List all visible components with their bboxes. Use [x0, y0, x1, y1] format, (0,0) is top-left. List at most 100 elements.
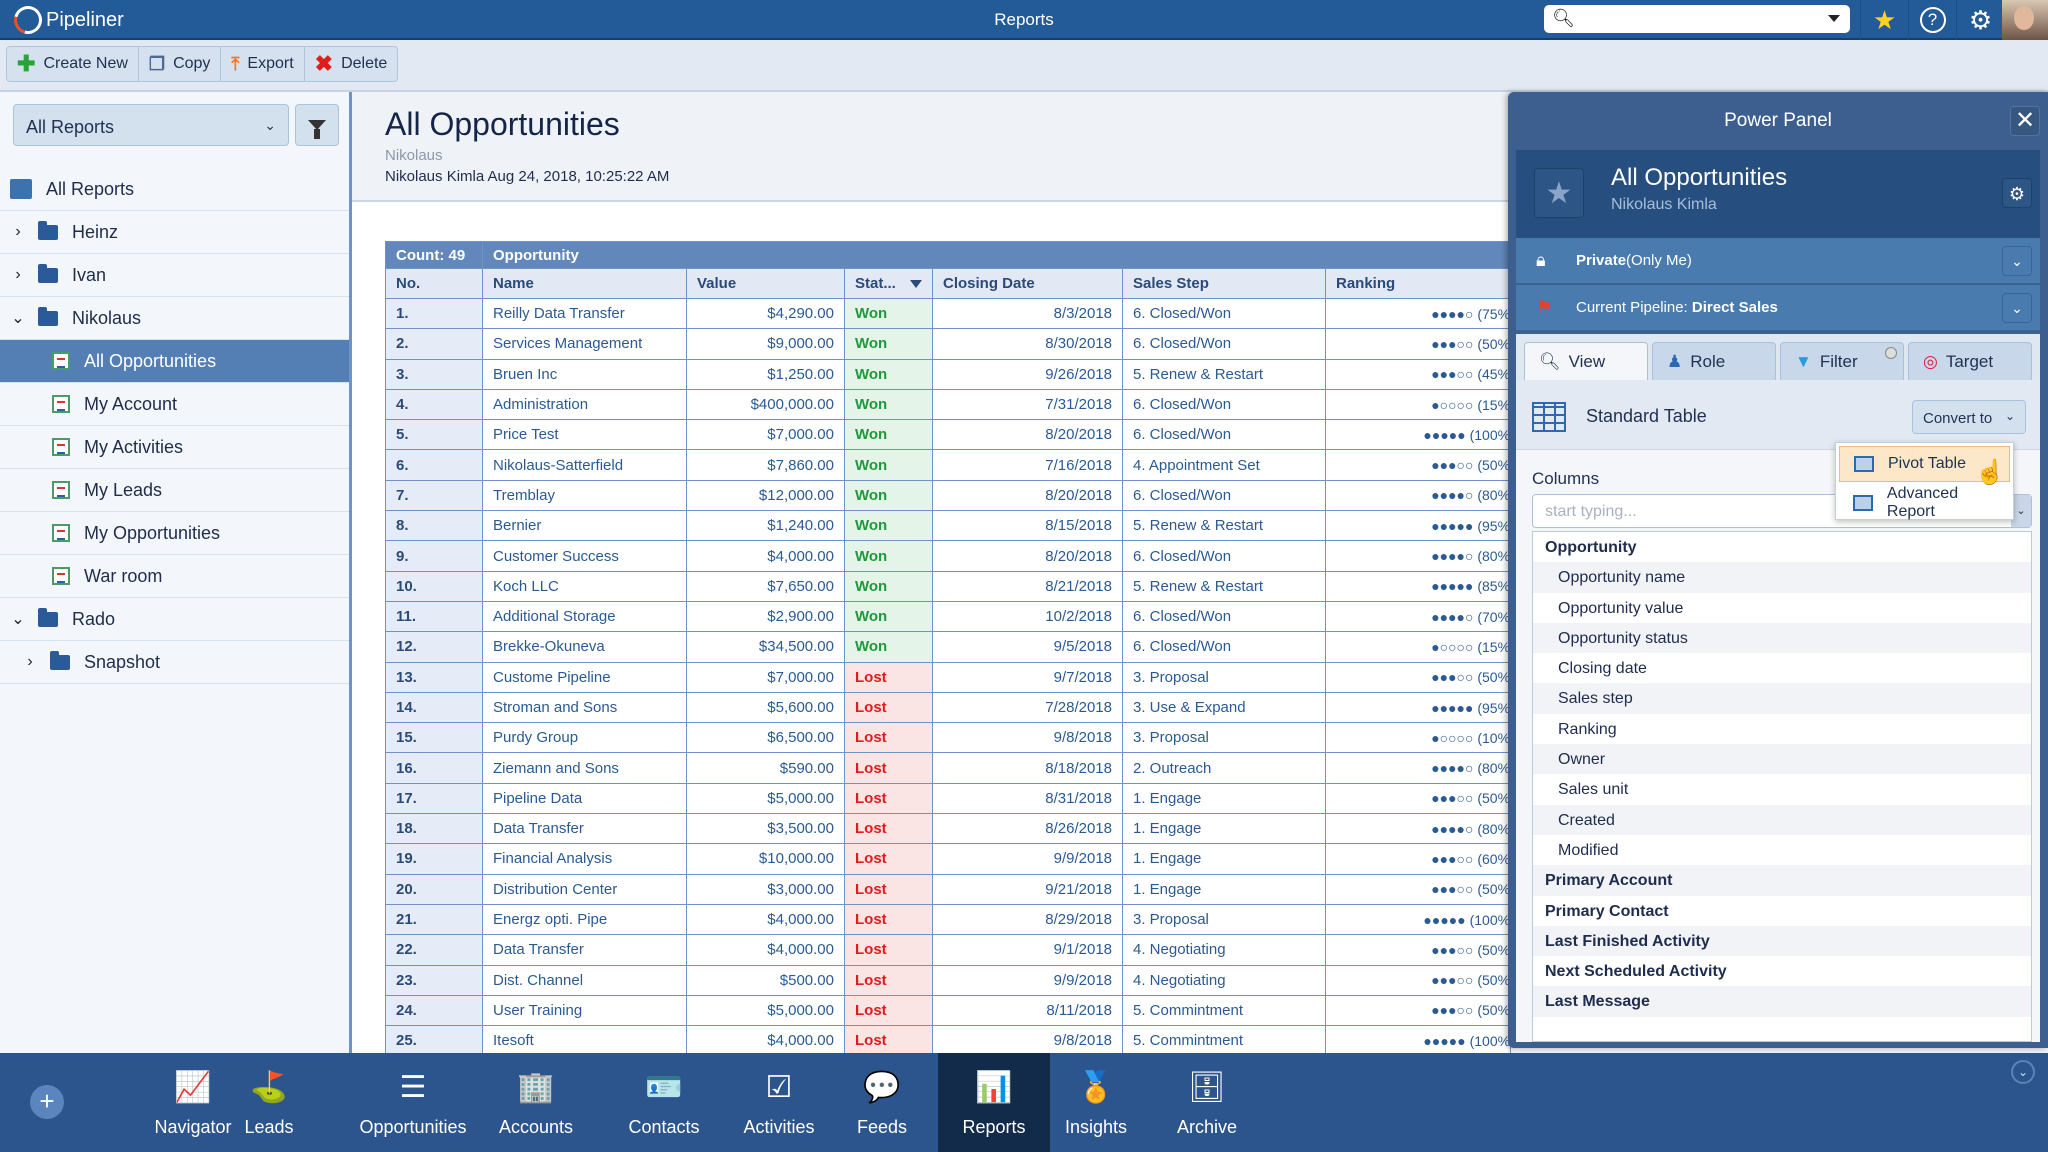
tab-view[interactable]: 🔍︎ View: [1524, 342, 1648, 380]
tree-item-all-opportunities[interactable]: All Opportunities: [0, 340, 349, 383]
nav-accounts[interactable]: 🏢 Accounts: [490, 1053, 582, 1152]
column-option[interactable]: Opportunity name: [1533, 562, 2031, 593]
column-group[interactable]: Primary Account: [1533, 865, 2031, 896]
table-row[interactable]: 14. Stroman and Sons $5,600.00 Lost 7/28/201…: [385, 691, 1512, 724]
create-new-button[interactable]: ✚ Create New: [7, 47, 139, 81]
table-row[interactable]: 19. Financial Analysis $10,000.00 Lost 9/9/2…: [385, 843, 1512, 875]
sort-desc-icon[interactable]: [909, 280, 922, 289]
column-group[interactable]: Last Message: [1533, 986, 2031, 1017]
column-group[interactable]: Opportunity: [1533, 532, 2031, 563]
chevron-right-icon[interactable]: ›: [10, 223, 26, 241]
table-row[interactable]: 25. Itesoft $4,000.00 Lost 9/8/2018 5. Commin…: [385, 1025, 1512, 1057]
table-row[interactable]: 11. Additional Storage $2,900.00 Won 10/2/20…: [385, 600, 1512, 633]
tree-item-rado[interactable]: ⌄ Rado: [0, 598, 349, 641]
column-option[interactable]: Modified: [1533, 834, 2031, 866]
table-row[interactable]: 23. Dist. Channel $500.00 Lost 9/9/2018 4. Ne…: [385, 964, 1512, 996]
chevron-down-icon[interactable]: ⌄: [10, 308, 26, 328]
delete-button[interactable]: ✖ Delete: [305, 47, 398, 81]
tab-role[interactable]: ♟ Role: [1652, 342, 1776, 380]
chevron-down-icon[interactable]: ⌄: [10, 609, 26, 629]
tree-item-my-leads[interactable]: My Leads: [0, 469, 349, 512]
privacy-dropdown-chevron-icon[interactable]: ⌄: [2002, 246, 2032, 276]
column-group[interactable]: Primary Contact: [1533, 895, 2031, 926]
table-row[interactable]: 12. Brekke-Okuneva $34,500.00 Won 9/5/2018 6.…: [385, 631, 1512, 663]
pipeline-dropdown-chevron-icon[interactable]: ⌄: [2002, 293, 2032, 323]
table-row[interactable]: 7. Tremblay $12,000.00 Won 8/20/2018 6. Close…: [385, 479, 1512, 512]
tree-item-war-room[interactable]: War room: [0, 555, 349, 598]
tree-item-my-activities[interactable]: My Activities: [0, 426, 349, 469]
column-option[interactable]: Owner: [1533, 744, 2031, 775]
table-row[interactable]: 15. Purdy Group $6,500.00 Lost 9/8/2018 3. Pr…: [385, 722, 1512, 754]
nav-feeds[interactable]: 💬 Feeds: [845, 1053, 919, 1152]
search-dropdown-icon[interactable]: [1828, 15, 1840, 22]
privacy-row[interactable]: 🔒︎ Private (Only Me) ⌄: [1516, 238, 2040, 284]
column-header-no[interactable]: No.: [385, 268, 483, 299]
table-row[interactable]: 1. Reilly Data Transfer $4,290.00 Won 8/3/20…: [385, 297, 1512, 330]
table-row[interactable]: 6. Nikolaus-Satterfield $7,860.00 Won 7/16/2…: [385, 449, 1512, 481]
table-row[interactable]: 17. Pipeline Data $5,000.00 Lost 8/31/2018 1.…: [385, 782, 1512, 815]
help-icon[interactable]: ?: [1908, 0, 1956, 40]
column-group[interactable]: Next Scheduled Activity: [1533, 956, 2031, 987]
nav-leads[interactable]: ⛳ Leads: [230, 1053, 308, 1152]
pipeline-row[interactable]: ⚑ Current Pipeline: Direct Sales ⌄: [1516, 285, 2040, 331]
table-row[interactable]: 20. Distribution Center $3,000.00 Lost 9/21/…: [385, 873, 1512, 905]
tab-filter[interactable]: ▼ Filter: [1780, 342, 1904, 380]
table-row[interactable]: 4. Administration $400,000.00 Won 7/31/2018 6…: [385, 388, 1512, 421]
report-scope-select[interactable]: All Reports ⌄: [13, 104, 289, 146]
quick-add-button[interactable]: +: [30, 1085, 64, 1119]
tree-item-nikolaus[interactable]: ⌄ Nikolaus: [0, 297, 349, 340]
table-row[interactable]: 13. Custome Pipeline $7,000.00 Lost 9/7/2018…: [385, 661, 1512, 693]
column-header-sales-step[interactable]: Sales Step: [1122, 268, 1326, 299]
tree-item-heinz[interactable]: › Heinz: [0, 211, 349, 254]
table-row[interactable]: 18. Data Transfer $3,500.00 Lost 8/26/2018 1.…: [385, 813, 1512, 845]
column-header-status[interactable]: Stat...: [844, 268, 933, 299]
collapse-nav-button[interactable]: ⌄: [2011, 1060, 2035, 1084]
table-row[interactable]: 9. Customer Success $4,000.00 Won 8/20/2018 6…: [385, 540, 1512, 572]
table-row[interactable]: 21. Energz opti. Pipe $4,000.00 Lost 8/29/20…: [385, 903, 1512, 936]
table-row[interactable]: 5. Price Test $7,000.00 Won 8/20/2018 6. Clos…: [385, 419, 1512, 451]
nav-opportunities[interactable]: ☰ Opportunities: [343, 1053, 483, 1152]
favorite-star-button[interactable]: ★: [1534, 168, 1584, 218]
nav-reports[interactable]: 📊 Reports: [938, 1053, 1050, 1152]
nav-archive[interactable]: 🗄 Archive: [1165, 1053, 1249, 1152]
table-row[interactable]: 16. Ziemann and Sons $590.00 Lost 8/18/2018 2…: [385, 752, 1512, 784]
column-header-closing-date[interactable]: Closing Date: [932, 268, 1123, 299]
nav-insights[interactable]: 🏅 Insights: [1050, 1053, 1142, 1152]
chevron-right-icon[interactable]: ›: [22, 653, 38, 671]
tree-item-snapshot[interactable]: › Snapshot: [0, 641, 349, 684]
column-option[interactable]: Opportunity status: [1533, 622, 2031, 654]
column-header-ranking[interactable]: Ranking: [1324, 268, 1512, 299]
user-avatar[interactable]: [2002, 0, 2048, 40]
tree-item-my-account[interactable]: My Account: [0, 383, 349, 426]
favorites-star-icon[interactable]: ★: [1860, 0, 1908, 40]
table-row[interactable]: 10. Koch LLC $7,650.00 Won 8/21/2018 5. Renew…: [385, 570, 1512, 602]
sidebar-filter-button[interactable]: [295, 104, 339, 146]
close-panel-button[interactable]: ✕: [2010, 106, 2040, 136]
column-header-name[interactable]: Name: [482, 268, 687, 299]
tree-item-ivan[interactable]: › Ivan: [0, 254, 349, 297]
column-option[interactable]: Created: [1533, 804, 2031, 835]
nav-contacts[interactable]: 🪪 Contacts: [618, 1053, 710, 1152]
table-row[interactable]: 3. Bruen Inc $1,250.00 Won 9/26/2018 5. Renew…: [385, 358, 1512, 390]
table-row[interactable]: 24. User Training $5,000.00 Lost 8/11/2018 5.…: [385, 994, 1512, 1027]
table-row[interactable]: 2. Services Management $9,000.00 Won 8/30/20…: [385, 328, 1512, 360]
table-row[interactable]: 8. Bernier $1,240.00 Won 8/15/2018 5. Renew &…: [385, 510, 1512, 542]
nav-activities[interactable]: ☑ Activities: [733, 1053, 825, 1152]
column-option[interactable]: Closing date: [1533, 653, 2031, 684]
column-option[interactable]: Sales step: [1533, 683, 2031, 714]
global-search-input[interactable]: 🔍︎: [1544, 5, 1850, 33]
columns-dropdown-icon[interactable]: ⌄: [2011, 495, 2031, 527]
export-button[interactable]: ⤒ Export: [221, 47, 305, 81]
tree-item-my-opportunities[interactable]: My Opportunities: [0, 512, 349, 555]
chevron-right-icon[interactable]: ›: [10, 266, 26, 284]
report-settings-button[interactable]: ⚙: [2002, 178, 2032, 208]
settings-gear-icon[interactable]: ⚙: [1956, 0, 2004, 40]
column-option[interactable]: Ranking: [1533, 713, 2031, 745]
column-option[interactable]: Opportunity value: [1533, 592, 2031, 623]
column-option[interactable]: Sales unit: [1533, 774, 2031, 805]
convert-to-button[interactable]: Convert to ⌄: [1912, 400, 2026, 434]
menu-item-advanced-report[interactable]: Advanced Report: [1839, 485, 2010, 521]
column-group[interactable]: Last Finished Activity: [1533, 925, 2031, 957]
column-header-value[interactable]: Value: [686, 268, 845, 299]
tree-item-all-reports[interactable]: All Reports: [0, 168, 349, 211]
